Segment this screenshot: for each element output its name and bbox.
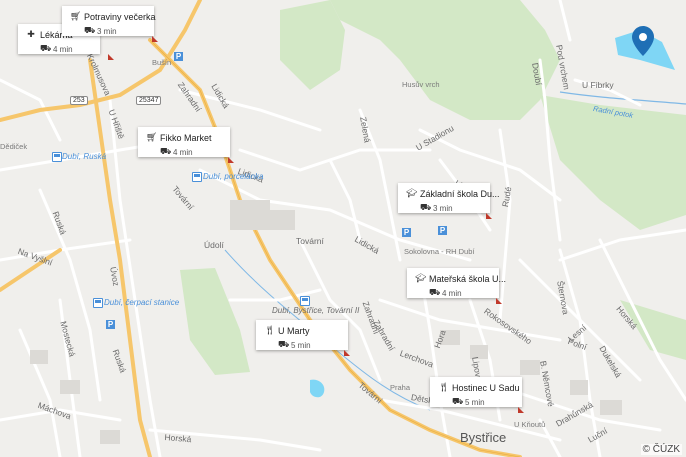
parking-icon[interactable]: P (106, 320, 115, 329)
poi-time: 4 min (173, 147, 193, 157)
poi-time: 3 min (433, 203, 453, 213)
car-icon: ⛟ (420, 202, 432, 212)
place-label: Sokolovna - RH Dubí (404, 247, 475, 256)
restaurant-icon: 🍴︎ (264, 325, 276, 335)
bus-stop-label: Dubí, Ruská (62, 152, 107, 161)
poi-time: 4 min (53, 44, 73, 54)
place-label: Bušín (152, 58, 172, 67)
cart-icon: 🛒︎ (70, 11, 82, 21)
poi-card[interactable]: 🍴︎ Hostinec U Sadu ⛟ 5 min (430, 377, 522, 407)
poi-pointer-icon (496, 298, 502, 304)
poi-pointer-icon (108, 54, 114, 60)
health-cross-icon: ✚ (27, 29, 35, 39)
poi-card[interactable]: 🍴︎ U Marty ⛟ 5 min (256, 320, 348, 350)
street-label: Tovární (296, 236, 324, 246)
map-canvas[interactable]: Krolmusova Ruská Na Vyšlní Úvoz Ruská Má… (0, 0, 686, 457)
place-label: U Kňoutů (514, 420, 546, 429)
bus-stop-icon[interactable] (192, 172, 202, 182)
car-icon: ⛟ (278, 339, 290, 349)
town-label: Bystřice (460, 430, 507, 445)
place-label: Husův vrch (402, 80, 440, 89)
poi-name: Hostinec U Sadu (452, 382, 520, 393)
poi-name: Potraviny večerka (84, 11, 156, 22)
street-label: Údolí (204, 240, 224, 250)
poi-pointer-icon (152, 36, 158, 42)
poi-name: U Marty (278, 325, 310, 336)
bus-stop-icon[interactable] (52, 152, 62, 162)
school-icon: 🎓︎ (406, 188, 418, 198)
car-icon: ⛟ (452, 396, 464, 406)
bus-stop-icon[interactable] (93, 298, 103, 308)
poi-time: 5 min (291, 340, 311, 350)
car-icon: ⛟ (40, 43, 52, 53)
bus-stop-icon[interactable] (300, 296, 310, 306)
poi-time: 4 min (442, 288, 462, 298)
place-label: Dědiček (0, 142, 28, 151)
poi-pointer-icon (344, 350, 350, 356)
bus-stop-label: Dubí, Bystřice, Tovární II (272, 306, 360, 315)
location-pin-icon[interactable] (632, 26, 654, 56)
school-icon: 🎓︎ (415, 273, 427, 283)
parking-icon[interactable]: P (174, 52, 183, 61)
car-icon: ⛟ (160, 146, 172, 156)
car-icon: ⛟ (84, 25, 96, 35)
bus-stop-label: Dubí, porcelánka (203, 172, 264, 181)
poi-name: Základní škola Du... (420, 188, 500, 199)
meadow-area (180, 268, 250, 375)
parking-icon[interactable]: P (402, 228, 411, 237)
poi-card[interactable]: 🎓︎ Základní škola Du... ⛟ 3 min (398, 183, 500, 213)
road-shield: 25347 (136, 96, 162, 105)
bus-stop-label: Dubí, čerpací stanice (104, 298, 180, 307)
poi-name: Fikko Market (160, 132, 212, 143)
poi-time: 5 min (465, 397, 485, 407)
poi-card[interactable]: 🛒︎ Fikko Market ⛟ 4 min (138, 127, 230, 157)
poi-name: Mateřská škola U... (429, 273, 507, 284)
forest-area (280, 0, 345, 90)
road-shield: 253 (70, 96, 88, 105)
map-base-layer (0, 0, 686, 457)
restaurant-icon: 🍴︎ (438, 382, 450, 392)
forest-area (330, 0, 560, 120)
poi-card[interactable]: 🎓︎ Mateřská škola U... ⛟ 4 min (407, 268, 506, 298)
cart-icon: 🛒︎ (146, 132, 158, 142)
map-copyright: © ČÚZK (640, 444, 682, 455)
poi-pointer-icon (486, 213, 492, 219)
poi-card[interactable]: 🛒︎ Potraviny večerka ⛟ 3 min (62, 6, 156, 36)
street-label: U Fibrky (582, 80, 614, 90)
place-label: Praha (390, 383, 411, 392)
parking-icon[interactable]: P (438, 226, 447, 235)
poi-time: 3 min (97, 26, 117, 36)
car-icon: ⛟ (429, 287, 441, 297)
poi-pointer-icon (518, 407, 524, 413)
pond-area (310, 379, 325, 398)
poi-pointer-icon (228, 157, 234, 163)
